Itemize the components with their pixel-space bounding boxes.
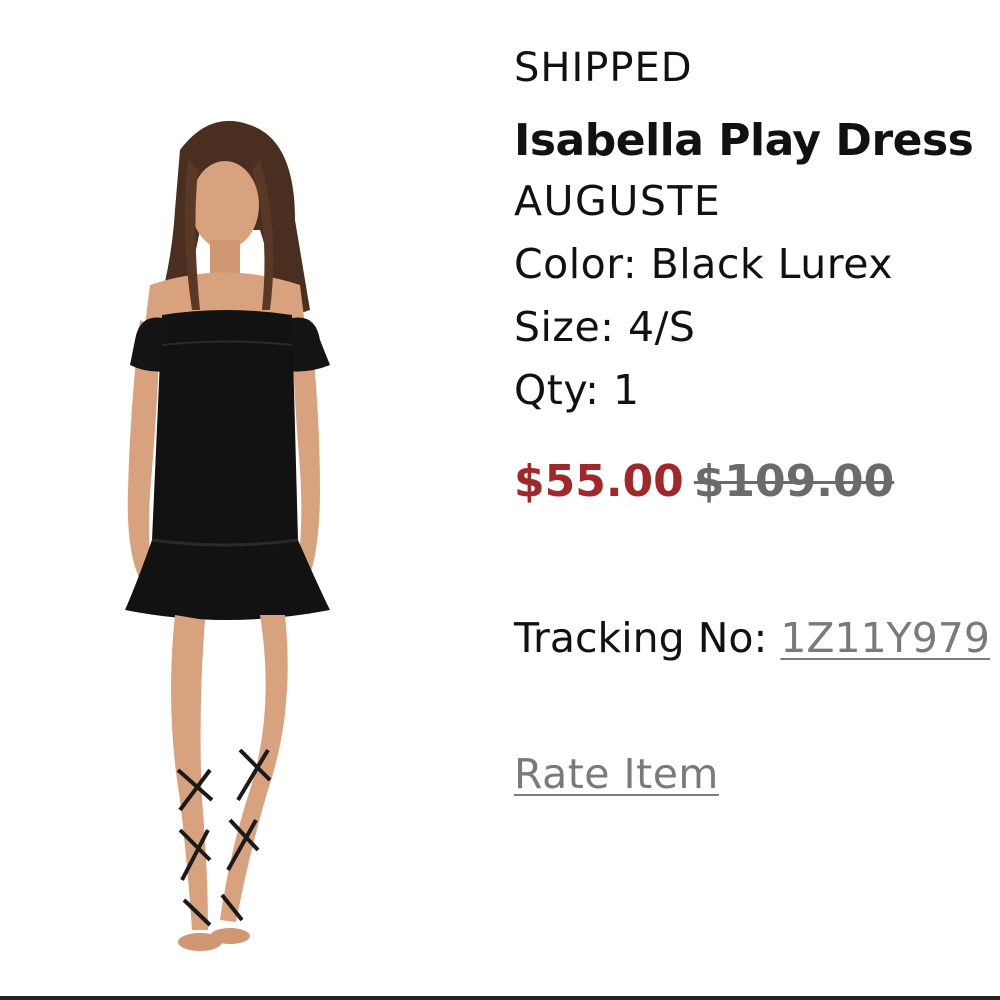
brand-name: AUGUSTE bbox=[514, 177, 722, 225]
rate-item-link[interactable]: Rate Item bbox=[514, 746, 719, 802]
product-image[interactable] bbox=[80, 110, 400, 970]
tracking-label: Tracking No: bbox=[514, 614, 781, 662]
order-status: SHIPPED bbox=[514, 45, 693, 91]
dress-photo-icon bbox=[125, 120, 330, 951]
color-line: Color: Black Lurex bbox=[514, 240, 893, 288]
size-line: Size: 4/S bbox=[514, 303, 696, 351]
tracking-number-link[interactable]: 1Z11Y979 bbox=[780, 614, 990, 662]
price-row: $55.00 $109.00 bbox=[514, 454, 1000, 510]
product-name[interactable]: Isabella Play Dress bbox=[514, 112, 1000, 170]
order-item-page: SHIPPED Isabella Play Dress AUGUSTE Colo… bbox=[0, 0, 1000, 1000]
tracking-row: Tracking No: 1Z11Y979 bbox=[514, 610, 1000, 666]
sale-price: $55.00 bbox=[514, 456, 684, 507]
item-details: SHIPPED Isabella Play Dress AUGUSTE Colo… bbox=[514, 40, 1000, 802]
qty-line: Qty: 1 bbox=[514, 366, 640, 414]
original-price: $109.00 bbox=[693, 456, 895, 507]
bottom-divider bbox=[0, 996, 1000, 1000]
